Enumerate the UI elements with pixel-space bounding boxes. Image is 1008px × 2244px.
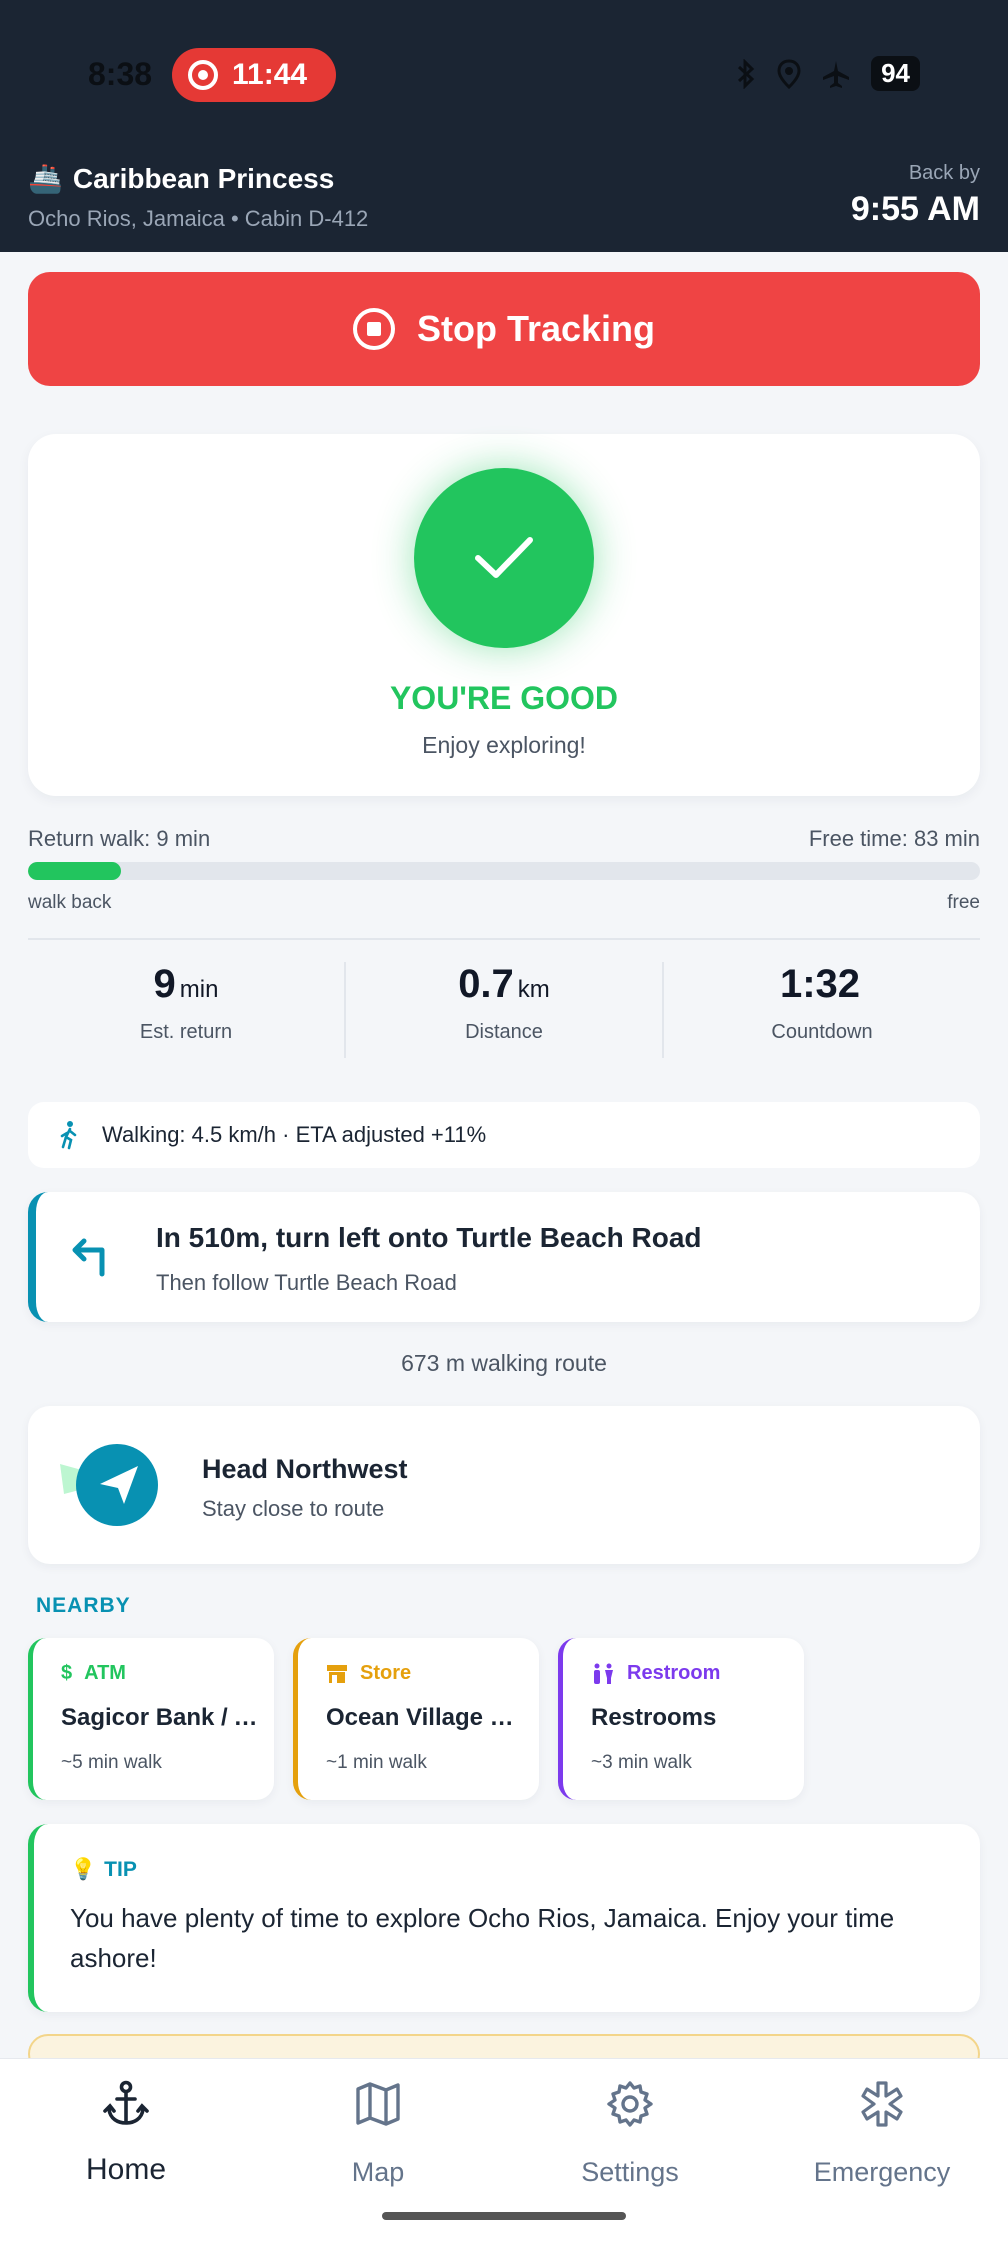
nav-home[interactable]: Home (0, 2059, 252, 2244)
nav-label: Map (351, 2157, 405, 2187)
port-cabin-subtitle: Ocho Rios, Jamaica • Cabin D-412 (28, 206, 369, 231)
stat-unit: km (517, 976, 550, 1003)
poi-card-atm[interactable]: $ ATM Sagicor Bank / ATM ~5 min walk (28, 1638, 274, 1800)
airplane-icon (823, 60, 850, 88)
time-progress-bar (28, 862, 980, 880)
turn-instruction-card[interactable]: In 510m, turn left onto Turtle Beach Roa… (28, 1192, 980, 1322)
stat-label: Distance (465, 1021, 543, 1043)
stop-tracking-label: Stop Tracking (416, 308, 656, 349)
restroom-icon (594, 1663, 613, 1684)
status-check-circle (414, 468, 594, 648)
walking-icon (60, 1121, 77, 1150)
poi-card-restroom[interactable]: Restroom Restrooms ~3 min walk (558, 1638, 804, 1800)
walk-back-label: walk back (28, 892, 112, 913)
nav-emergency[interactable]: Emergency (756, 2059, 1008, 2244)
status-card: YOU'RE GOOD Enjoy exploring! (28, 434, 980, 796)
walking-speed-banner: Walking: 4.5 km/h · ETA adjusted +11% (28, 1102, 980, 1168)
poi-card-store[interactable]: Store Ocean Village Shopping ~1 min walk (293, 1638, 539, 1800)
nav-label: Home (85, 2153, 167, 2186)
poi-name: Sagicor Bank / ATM (61, 1704, 261, 1731)
nearby-section-title: NEARBY (36, 1594, 131, 1617)
stat-distance: 0.7 km Distance (344, 962, 662, 1058)
poi-name: Restrooms (591, 1704, 717, 1731)
poi-distance: ~3 min walk (591, 1752, 692, 1773)
tip-label: 💡 TIP (70, 1858, 137, 1882)
dollar-icon: $ (61, 1662, 73, 1684)
battery-indicator: 94 (871, 56, 920, 91)
heading-subtitle: Stay close to route (202, 1496, 385, 1521)
stat-value: 0.7 (458, 962, 514, 1006)
stat-countdown: 1:32 Countdown (662, 962, 980, 1058)
status-subtitle: Enjoy exploring! (422, 732, 586, 758)
heading-title: Head Northwest (202, 1454, 408, 1484)
route-length: 673 m walking route (401, 1350, 607, 1376)
tip-title: TIP (104, 1858, 137, 1881)
medical-star-icon (861, 2081, 903, 2127)
nav-label: Emergency (813, 2157, 951, 2187)
stat-label: Est. return (139, 1021, 233, 1043)
turn-left-icon (72, 1238, 105, 1277)
nav-label: Settings (581, 2157, 679, 2187)
home-indicator[interactable] (382, 2212, 626, 2220)
record-icon (188, 60, 218, 90)
poi-category-label: Store (360, 1662, 412, 1684)
stat-est-return: 9 min Est. return (28, 962, 344, 1058)
stat-unit: min (179, 976, 219, 1003)
free-time-label: Free time: 83 min (808, 826, 980, 851)
poi-name: Ocean Village Shopping (326, 1704, 526, 1731)
ship-name: Caribbean Princess (72, 162, 335, 194)
divider (28, 938, 980, 940)
tip-card: 💡 TIP You have plenty of time to explore… (28, 1824, 980, 2012)
location-icon (777, 58, 801, 89)
turn-instruction: In 510m, turn left onto Turtle Beach Roa… (156, 1222, 702, 1253)
stat-value: 9 (153, 962, 176, 1006)
bluetooth-icon (738, 58, 755, 89)
lightbulb-icon: 💡 (70, 1858, 97, 1881)
tip-text: You have plenty of time to explore Ocho … (70, 1903, 895, 1973)
poi-category: Store (326, 1662, 411, 1685)
poi-distance: ~5 min walk (61, 1752, 162, 1773)
ship-title: 🚢 Caribbean Princess (28, 162, 334, 195)
recording-pill[interactable]: 11:44 (172, 48, 336, 102)
poi-category-label: ATM (84, 1662, 126, 1684)
recording-timer: 11:44 (232, 58, 308, 91)
return-walk-label: Return walk: 9 min (28, 826, 211, 851)
heading-card: Head Northwest Stay close to route (28, 1406, 980, 1564)
compass-dial (76, 1444, 158, 1526)
back-by-time: 9:55 AM (850, 190, 980, 228)
poi-distance: ~1 min walk (326, 1752, 427, 1773)
checkmark-icon (475, 537, 533, 578)
walking-speed-text: Walking: 4.5 km/h · ETA adjusted +11% (102, 1122, 487, 1147)
compass-arrow-icon (100, 1466, 138, 1504)
anchor-icon (103, 2080, 149, 2125)
stat-value: 1:32 (779, 962, 861, 1006)
stats-row: 9 min Est. return 0.7 km Distance 1:32 Cou… (28, 962, 980, 1058)
poi-category: $ ATM (61, 1662, 126, 1685)
status-clock: 8:38 (88, 56, 153, 92)
poi-category-label: Restroom (627, 1662, 721, 1684)
turn-followup: Then follow Turtle Beach Road (156, 1270, 457, 1295)
ship-icon: 🚢 (28, 163, 63, 194)
stat-label: Countdown (771, 1021, 873, 1043)
gear-icon (607, 2081, 653, 2127)
free-label: free (947, 892, 980, 913)
map-icon (356, 2082, 400, 2126)
system-icons: 94 (735, 56, 920, 91)
back-by-label: Back by (908, 162, 980, 184)
status-title: YOU'RE GOOD (389, 680, 619, 716)
stop-icon (352, 308, 395, 350)
store-icon (327, 1664, 347, 1683)
stop-tracking-button[interactable]: Stop Tracking (28, 272, 980, 386)
poi-category: Restroom (591, 1662, 720, 1685)
app-header: 8:38 11:44 94 🚢 Caribbean Princess Ocho … (0, 0, 1008, 252)
time-progress-fill (28, 862, 122, 880)
